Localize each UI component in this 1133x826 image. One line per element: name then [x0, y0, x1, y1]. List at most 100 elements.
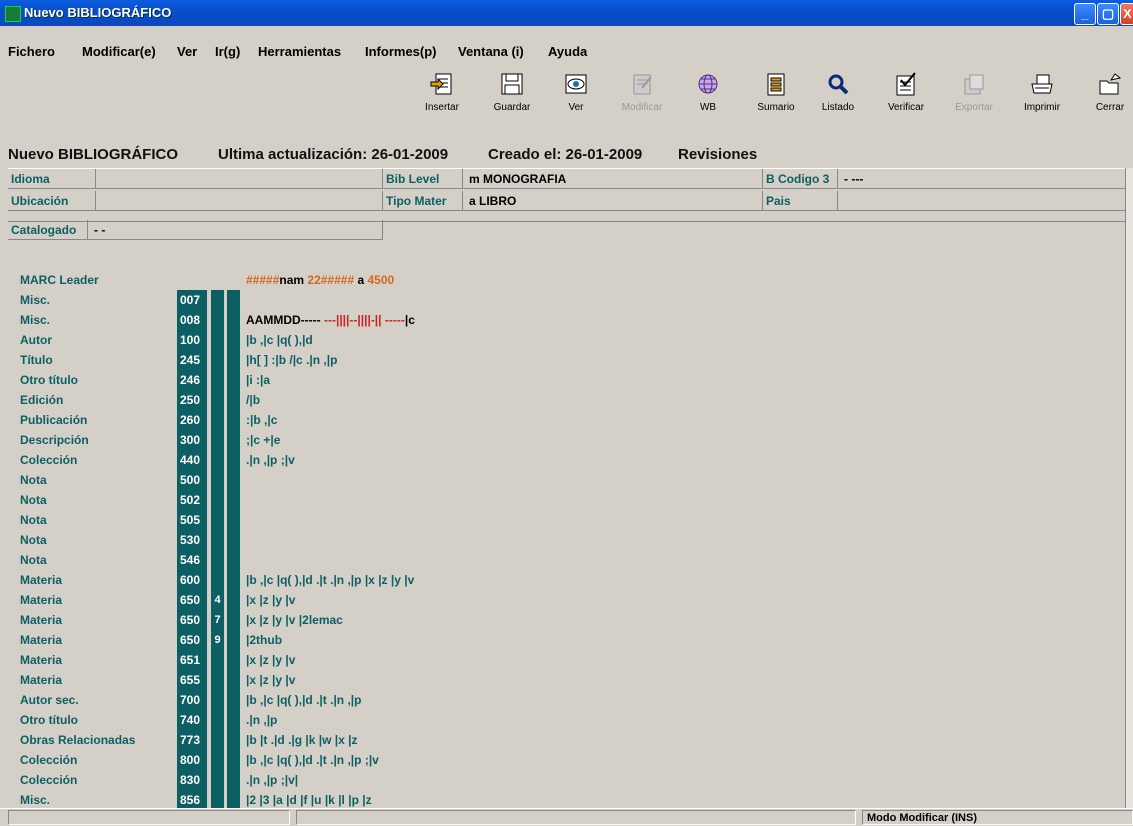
indicator-2-field[interactable]	[227, 670, 240, 690]
indicator-2-field[interactable]	[227, 390, 240, 410]
indicator-1-field[interactable]	[211, 390, 224, 410]
wb-button[interactable]: WB	[678, 72, 738, 113]
bcodigo-field[interactable]: - ---	[838, 169, 1126, 189]
indicator-1-field[interactable]	[211, 730, 224, 750]
indicator-1-field[interactable]	[211, 710, 224, 730]
indicator-2-field[interactable]	[227, 770, 240, 790]
menu-herramientas[interactable]: Herramientas	[258, 44, 341, 59]
marc-field-row[interactable]: Colección 440 .|n ,|p ;|v	[20, 450, 560, 470]
indicator-2-field[interactable]	[227, 470, 240, 490]
marc-field-value[interactable]: |b ,|c |q( ),|d	[246, 333, 313, 347]
marc-field-row[interactable]: Descripción 300 ;|c +|e	[20, 430, 560, 450]
bib-level-field[interactable]: m MONOGRAFIA	[463, 169, 763, 189]
marc-field-value[interactable]: |2 |3 |a |d |f |u |k |l |p |z	[246, 793, 372, 807]
indicator-2-field[interactable]	[227, 370, 240, 390]
marc-field-row[interactable]: Materia 650 7 |x |z |y |v |2lemac	[20, 610, 560, 630]
marc-field-row[interactable]: Colección 830 .|n ,|p ;|v|	[20, 770, 560, 790]
indicator-2-field[interactable]	[227, 350, 240, 370]
marc-leader-row[interactable]: MARC Leader #####nam 22##### a 4500	[20, 270, 560, 290]
indicator-1-field[interactable]	[211, 510, 224, 530]
indicator-2-field[interactable]	[227, 790, 240, 810]
marc-field-value[interactable]: |x |z |y |v	[246, 653, 295, 667]
marc-field-row[interactable]: Materia 655 |x |z |y |v	[20, 670, 560, 690]
marc-field-value[interactable]: |b ,|c |q( ),|d .|t .|n ,|p ;|v	[246, 753, 379, 767]
close-button[interactable]: X	[1120, 3, 1133, 25]
marc-field-row[interactable]: Materia 600 |b ,|c |q( ),|d .|t .|n ,|p |x…	[20, 570, 560, 590]
marc-field-row[interactable]: Otro título 246 |i :|a	[20, 370, 560, 390]
indicator-1-field[interactable]	[211, 650, 224, 670]
marc-field-row[interactable]: Materia 650 4 |x |z |y |v	[20, 590, 560, 610]
marc-field-value[interactable]: .|n ,|p ;|v|	[246, 773, 298, 787]
marc-field-row[interactable]: Título 245 |h[ ] :|b /|c .|n ,|p	[20, 350, 560, 370]
marc-field-row[interactable]: Materia 651 |x |z |y |v	[20, 650, 560, 670]
menu-ir[interactable]: Ir(g)	[215, 44, 240, 59]
marc-field-row[interactable]: Nota 502	[20, 490, 560, 510]
indicator-2-field[interactable]	[227, 730, 240, 750]
indicator-1-field[interactable]	[211, 550, 224, 570]
sumario-button[interactable]: Sumario	[746, 72, 806, 113]
maximize-button[interactable]: ▢	[1097, 3, 1119, 25]
indicator-1-field[interactable]	[211, 330, 224, 350]
indicator-1-field[interactable]	[211, 410, 224, 430]
indicator-1-field[interactable]	[211, 470, 224, 490]
marc-field-row[interactable]: Misc. 007	[20, 290, 560, 310]
guardar-button[interactable]: Guardar	[482, 72, 542, 113]
indicator-2-field[interactable]	[227, 510, 240, 530]
indicator-1-field[interactable]	[211, 670, 224, 690]
tipo-mater-field[interactable]: a LIBRO	[463, 191, 763, 211]
marc-008-value[interactable]: AAMMDD----- ---||||--||||-|| -----|c	[246, 313, 415, 327]
idioma-field[interactable]	[96, 169, 383, 189]
listado-button[interactable]: Listado	[808, 72, 868, 113]
indicator-1-field[interactable]	[211, 290, 224, 310]
indicator-2-field[interactable]	[227, 630, 240, 650]
indicator-2-field[interactable]	[227, 310, 240, 330]
indicator-1-field[interactable]	[211, 430, 224, 450]
indicator-1-field[interactable]	[211, 750, 224, 770]
marc-field-value[interactable]: .|n ,|p	[246, 713, 277, 727]
indicator-1-field[interactable]	[211, 690, 224, 710]
marc-field-value[interactable]: :|b ,|c	[246, 413, 277, 427]
modificar-button[interactable]: Modificar	[612, 72, 672, 113]
indicator-2-field[interactable]	[227, 590, 240, 610]
marc-field-value[interactable]: |i :|a	[246, 373, 270, 387]
indicator-2-field[interactable]	[227, 530, 240, 550]
menu-ver[interactable]: Ver	[177, 44, 197, 59]
marc-field-value[interactable]: |x |z |y |v	[246, 673, 295, 687]
marc-field-value[interactable]: ;|c +|e	[246, 433, 280, 447]
indicator-1-field[interactable]	[211, 570, 224, 590]
indicator-2-field[interactable]	[227, 290, 240, 310]
indicator-1-field[interactable]: 9	[211, 630, 224, 650]
ver-button[interactable]: Ver	[546, 72, 606, 113]
exportar-button[interactable]: Exportar	[944, 72, 1004, 113]
marc-field-row[interactable]: Autor 100 |b ,|c |q( ),|d	[20, 330, 560, 350]
marc-field-value[interactable]: /|b	[246, 393, 260, 407]
ubicacion-field[interactable]	[96, 191, 383, 211]
marc-field-row[interactable]: Misc. 008 AAMMDD----- ---||||--||||-|| ---…	[20, 310, 560, 330]
indicator-1-field[interactable]	[211, 350, 224, 370]
marc-field-value[interactable]: |2thub	[246, 633, 282, 647]
vertical-scrollbar[interactable]	[1125, 168, 1133, 808]
marc-field-row[interactable]: Autor sec. 700 |b ,|c |q( ),|d .|t .|n ,|p	[20, 690, 560, 710]
menu-ventana[interactable]: Ventana (i)	[458, 44, 524, 59]
insertar-button[interactable]: Insertar	[412, 72, 472, 113]
menu-modificar[interactable]: Modificar(e)	[82, 44, 156, 59]
indicator-1-field[interactable]	[211, 310, 224, 330]
indicator-2-field[interactable]	[227, 570, 240, 590]
indicator-2-field[interactable]	[227, 550, 240, 570]
indicator-1-field[interactable]	[211, 450, 224, 470]
cerrar-button[interactable]: Cerrar	[1080, 72, 1133, 113]
imprimir-button[interactable]: Imprimir	[1012, 72, 1072, 113]
marc-leader-value[interactable]: #####nam 22##### a 4500	[246, 273, 394, 287]
indicator-2-field[interactable]	[227, 330, 240, 350]
catalogado-field[interactable]: - -	[88, 220, 383, 240]
minimize-button[interactable]: _	[1074, 3, 1096, 25]
marc-field-row[interactable]: Misc. 856 |2 |3 |a |d |f |u |k |l |p |z	[20, 790, 560, 810]
marc-field-row[interactable]: Publicación 260:|b ,|c	[20, 410, 560, 430]
marc-field-row[interactable]: Nota 530	[20, 530, 560, 550]
marc-field-value[interactable]: .|n ,|p ;|v	[246, 453, 295, 467]
marc-field-row[interactable]: Nota 546	[20, 550, 560, 570]
marc-field-row[interactable]: Nota 500	[20, 470, 560, 490]
indicator-1-field[interactable]: 4	[211, 590, 224, 610]
indicator-2-field[interactable]	[227, 690, 240, 710]
indicator-2-field[interactable]	[227, 710, 240, 730]
